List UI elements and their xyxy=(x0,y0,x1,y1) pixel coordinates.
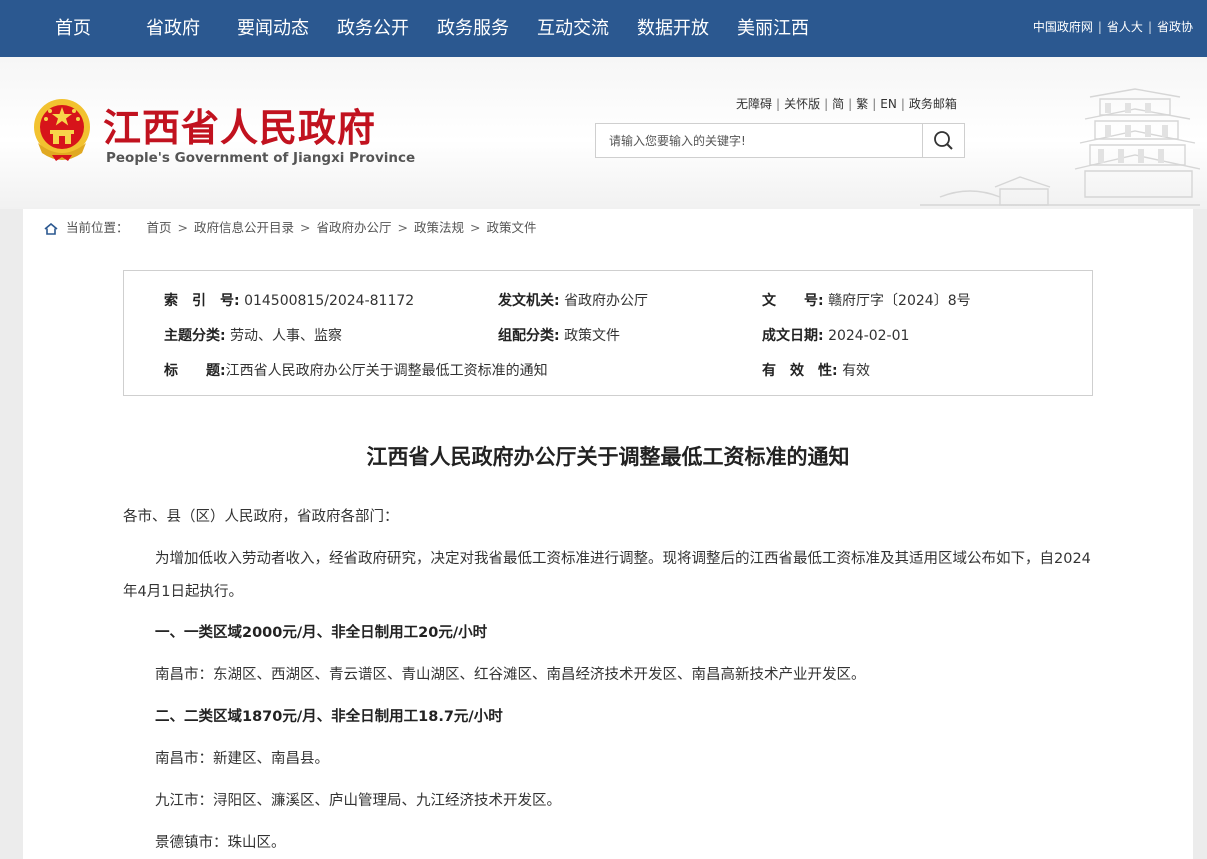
breadcrumb-home[interactable]: 首页 xyxy=(147,220,172,235)
meta-index-value: 014500815/2024-81172 xyxy=(244,293,415,309)
link-simplified[interactable]: 简 xyxy=(832,97,844,111)
breadcrumb-policies[interactable]: 政策法规 xyxy=(414,220,464,235)
site-header: 江西省人民政府 People's Government of Jiangxi P… xyxy=(0,57,1207,209)
divider: | xyxy=(872,97,877,111)
meta-title: 标 题:江西省人民政府办公厅关于调整最低工资标准的通知 xyxy=(164,360,548,380)
meta-topic-value: 劳动、人事、监察 xyxy=(230,328,343,344)
meta-issuer: 发文机关: 省政府办公厅 xyxy=(498,290,648,310)
meta-docno-label: 文 号: xyxy=(762,293,824,309)
nav-item-news[interactable]: 要闻动态 xyxy=(237,0,309,57)
link-accessibility[interactable]: 无障碍 xyxy=(736,97,772,111)
nav-item-beautiful-jiangxi[interactable]: 美丽江西 xyxy=(737,0,809,57)
meta-title-value: 江西省人民政府办公厅关于调整最低工资标准的通知 xyxy=(225,363,548,379)
meta-topic: 主题分类: 劳动、人事、监察 xyxy=(164,325,342,345)
search-button[interactable] xyxy=(922,124,964,157)
nav-item-gov-affairs-open[interactable]: 政务公开 xyxy=(337,0,409,57)
meta-title-label: 标 题: xyxy=(164,363,226,379)
breadcrumb-separator: > xyxy=(300,220,311,235)
meta-docno: 文 号: 赣府厅字〔2024〕8号 xyxy=(762,290,971,310)
document-metadata-table: 索 引 号: 014500815/2024-81172 发文机关: 省政府办公厅… xyxy=(123,270,1093,396)
article-intro: 为增加低收入劳动者收入，经省政府研究，决定对我省最低工资标准进行调整。现将调整后… xyxy=(123,551,1091,600)
meta-validity-value: 有效 xyxy=(842,363,871,379)
breadcrumb-policy-docs[interactable]: 政策文件 xyxy=(487,220,537,235)
divider: | xyxy=(848,97,853,111)
meta-validity: 有 效 性: 有效 xyxy=(762,360,870,380)
section-1-heading: 一、一类区域2000元/月、非全日制用工20元/小时 xyxy=(155,625,488,641)
nav-item-provincial-gov[interactable]: 省政府 xyxy=(146,0,200,57)
meta-category-label: 组配分类: xyxy=(498,328,560,344)
breadcrumb-label: 当前位置： xyxy=(66,220,129,235)
link-provincial-congress[interactable]: 省人大 xyxy=(1107,20,1143,34)
breadcrumb-separator: > xyxy=(470,220,481,235)
utility-links: 无障碍 | 关怀版 | 简 | 繁 | EN | 政务邮箱 xyxy=(736,95,957,112)
breadcrumb-general-office[interactable]: 省政府办公厅 xyxy=(317,220,392,235)
search-box xyxy=(595,123,965,158)
meta-date: 成文日期: 2024-02-01 xyxy=(762,325,909,345)
top-nav-bar: 首页 省政府 要闻动态 政务公开 政务服务 互动交流 数据开放 美丽江西 中国政… xyxy=(0,0,1207,57)
site-title: 江西省人民政府 xyxy=(103,105,377,150)
nav-item-home[interactable]: 首页 xyxy=(55,0,91,57)
link-english[interactable]: EN xyxy=(880,97,897,111)
search-input[interactable] xyxy=(596,124,923,157)
meta-docno-value: 赣府厅字〔2024〕8号 xyxy=(828,293,971,309)
meta-category-value: 政策文件 xyxy=(564,328,621,344)
breadcrumb: 当前位置： 首页 > 政府信息公开目录 > 省政府办公厅 > 政策法规 > 政策文件 xyxy=(44,219,537,237)
breadcrumb-info-catalog[interactable]: 政府信息公开目录 xyxy=(194,220,294,235)
link-china-gov[interactable]: 中国政府网 xyxy=(1033,20,1093,34)
meta-date-value: 2024-02-01 xyxy=(828,328,910,344)
section-2-heading: 二、二类区域1870元/月、非全日制用工18.7元/小时 xyxy=(155,709,503,725)
national-emblem-icon xyxy=(34,99,90,161)
divider: | xyxy=(900,97,905,111)
meta-index-label: 索 引 号: xyxy=(164,293,240,309)
link-gov-mailbox[interactable]: 政务邮箱 xyxy=(909,97,957,111)
article-title: 江西省人民政府办公厅关于调整最低工资标准的通知 xyxy=(366,445,850,469)
section-2-jiujiang: 九江市：浔阳区、濂溪区、庐山管理局、九江经济技术开发区。 xyxy=(155,793,561,809)
meta-index: 索 引 号: 014500815/2024-81172 xyxy=(164,290,414,310)
meta-category: 组配分类: 政策文件 xyxy=(498,325,620,345)
meta-date-label: 成文日期: xyxy=(762,328,824,344)
meta-issuer-label: 发文机关: xyxy=(498,293,560,309)
link-provincial-cppcc[interactable]: 省政协 xyxy=(1157,20,1193,34)
nav-item-interaction[interactable]: 互动交流 xyxy=(537,0,609,57)
article-salutation: 各市、县（区）人民政府，省政府各部门： xyxy=(123,509,399,525)
section-2-nanchang: 南昌市：新建区、南昌县。 xyxy=(155,751,329,767)
meta-issuer-value: 省政府办公厅 xyxy=(564,293,649,309)
site-subtitle: People's Government of Jiangxi Province xyxy=(106,150,416,166)
nav-item-gov-services[interactable]: 政务服务 xyxy=(437,0,509,57)
home-icon xyxy=(44,222,58,235)
search-icon xyxy=(934,131,953,150)
nav-item-open-data[interactable]: 数据开放 xyxy=(637,0,709,57)
meta-validity-label: 有 效 性: xyxy=(762,363,838,379)
top-external-links: 中国政府网 | 省人大 | 省政协 xyxy=(1033,0,1193,57)
meta-topic-label: 主题分类: xyxy=(164,328,226,344)
divider: | xyxy=(1097,20,1102,34)
breadcrumb-separator: > xyxy=(397,220,409,235)
link-traditional[interactable]: 繁 xyxy=(856,97,868,111)
breadcrumb-separator: > xyxy=(177,220,189,235)
divider: | xyxy=(776,97,781,111)
main-content: 当前位置： 首页 > 政府信息公开目录 > 省政府办公厅 > 政策法规 > 政策文件 索 引 号:… xyxy=(23,209,1193,859)
divider: | xyxy=(824,97,829,111)
divider: | xyxy=(1147,20,1152,34)
link-care-mode[interactable]: 关怀版 xyxy=(784,97,820,111)
section-1-nanchang: 南昌市：东湖区、西湖区、青云谱区、青山湖区、红谷滩区、南昌经济技术开发区、南昌高… xyxy=(155,667,866,683)
section-2-jingdezhen: 景德镇市：珠山区。 xyxy=(155,835,286,851)
